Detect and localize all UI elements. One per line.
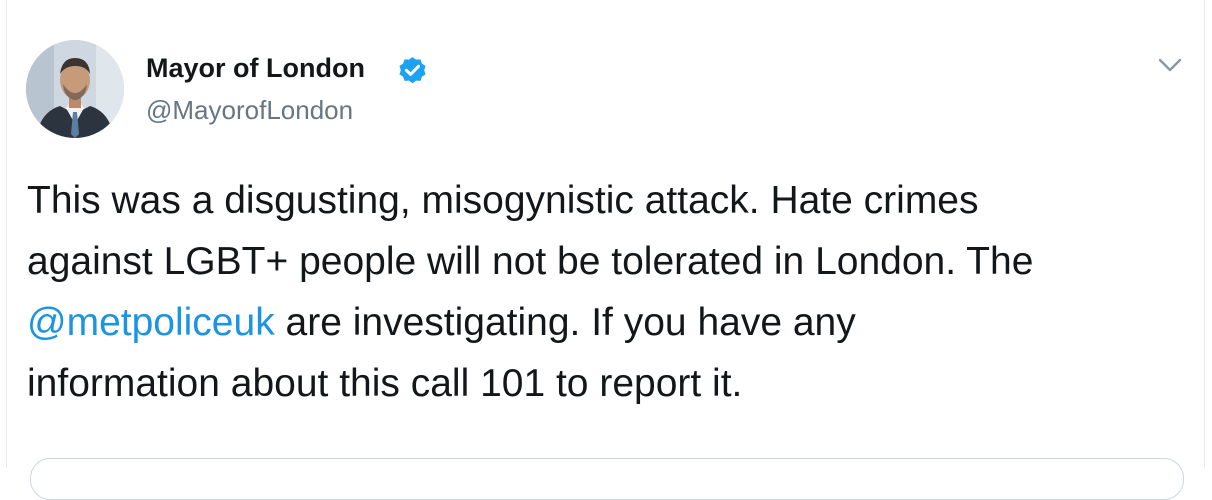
tweet-text-line: This was a disgusting, misogynistic atta… (27, 179, 979, 222)
tweet-text: This was a disgusting, misogynistic atta… (27, 170, 1187, 414)
card-left-border (6, 0, 7, 468)
chevron-down-icon[interactable] (1156, 55, 1184, 75)
tweet-text-line: information about this call 101 to repor… (27, 362, 743, 405)
tweet-text-segment: are investigating. If you have any (274, 301, 856, 344)
card-right-border (1204, 0, 1205, 468)
tweet-text-line: @metpoliceuk are investigating. If you h… (27, 292, 1187, 353)
verified-badge-icon (399, 57, 426, 84)
avatar[interactable] (26, 40, 124, 138)
reply-box-edge (30, 458, 1184, 500)
user-handle[interactable]: @MayorofLondon (146, 95, 353, 126)
tweet-text-line: against LGBT+ people will not be tolerat… (27, 240, 1034, 283)
mention-link[interactable]: @metpoliceuk (27, 301, 275, 344)
display-name[interactable]: Mayor of London (146, 53, 365, 84)
avatar-photo-icon (26, 40, 124, 138)
tweet-card: Mayor of London @MayorofLondon This was … (0, 0, 1212, 500)
